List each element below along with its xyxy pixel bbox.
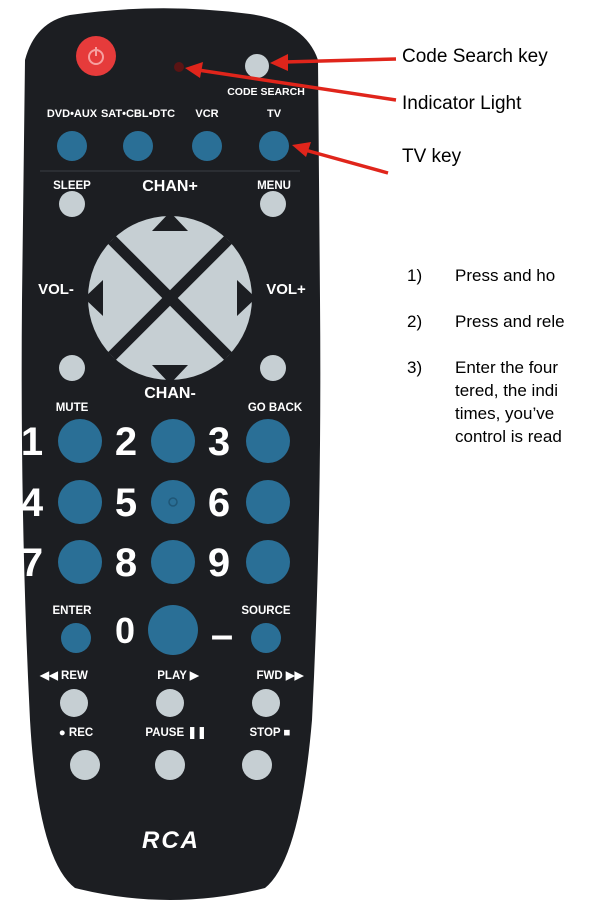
tv-label: TV (267, 108, 282, 120)
tv-key-callout: TV key (402, 146, 462, 167)
stop-button[interactable] (242, 750, 272, 780)
tv-button[interactable] (259, 131, 289, 161)
key-9-button[interactable] (246, 540, 290, 584)
menu-button[interactable] (260, 191, 286, 217)
key-0-button[interactable] (148, 605, 198, 655)
key-4-button[interactable] (58, 480, 102, 524)
source-label: SOURCE (241, 605, 291, 617)
step-3-line-2: tered, the indi (455, 381, 559, 400)
key-6-button[interactable] (246, 480, 290, 524)
rca-logo: RCA (142, 827, 200, 854)
step-2-number: 2) (407, 312, 423, 331)
key-1-button[interactable] (58, 419, 102, 463)
mute-button[interactable] (59, 355, 85, 381)
key-5-button[interactable] (151, 480, 195, 524)
vcr-label: VCR (195, 108, 218, 120)
sleep-label: SLEEP (53, 180, 91, 192)
step-1-text: Press and ho (455, 266, 556, 285)
digit-4-label: 4 (21, 481, 44, 525)
digit-9-label: 9 (208, 541, 230, 585)
pause-button[interactable] (155, 750, 185, 780)
enter-button[interactable] (61, 623, 91, 653)
stop-label: STOP ■ (249, 727, 290, 739)
digit-0-label: 0 (115, 610, 135, 651)
digit-8-label: 8 (115, 541, 137, 585)
code-search-button[interactable] (245, 54, 269, 78)
play-button[interactable] (156, 689, 184, 717)
fwd-button[interactable] (252, 689, 280, 717)
dvd-aux-button[interactable] (57, 131, 87, 161)
step-3-line-3: times, you’ve (455, 404, 555, 423)
rec-button[interactable] (70, 750, 100, 780)
step-3-number: 3) (407, 358, 423, 377)
fwd-label: FWD ▶▶ (256, 670, 304, 682)
dpad (88, 216, 252, 380)
go-back-label: GO BACK (248, 402, 303, 414)
step-3-line-4: control is read (455, 427, 562, 446)
key-8-button[interactable] (151, 540, 195, 584)
menu-label: MENU (257, 180, 291, 192)
go-back-button[interactable] (260, 355, 286, 381)
step-3-text: Enter the four (455, 358, 559, 377)
dvd-aux-label: DVD•AUX (47, 108, 98, 120)
key-7-button[interactable] (58, 540, 102, 584)
chan-minus-label: CHAN- (144, 385, 196, 402)
code-search-key-callout: Code Search key (402, 46, 548, 67)
play-label: PLAY ▶ (157, 670, 200, 682)
dash-label: – (211, 613, 233, 657)
vol-plus-label: VOL+ (266, 281, 306, 298)
chan-plus-label: CHAN+ (142, 178, 198, 195)
sat-cbl-dtc-button[interactable] (123, 131, 153, 161)
rew-button[interactable] (60, 689, 88, 717)
rec-label: ● REC (59, 727, 93, 739)
digit-2-label: 2 (115, 420, 137, 464)
step-2-text: Press and rele (455, 312, 565, 331)
digit-6-label: 6 (208, 481, 230, 525)
remote-illustration: CODE SEARCH DVD•AUX SAT•CBL•DTC VCR TV S… (21, 8, 397, 901)
vol-minus-label: VOL- (38, 281, 74, 298)
digit-1-label: 1 (21, 420, 43, 464)
vcr-button[interactable] (192, 131, 222, 161)
sleep-button[interactable] (59, 191, 85, 217)
key-3-button[interactable] (246, 419, 290, 463)
digit-7-label: 7 (21, 541, 43, 585)
mute-label: MUTE (56, 402, 89, 414)
key-2-button[interactable] (151, 419, 195, 463)
enter-label: ENTER (53, 605, 93, 617)
digit-5-label: 5 (115, 481, 137, 525)
pause-label: PAUSE ❚❚ (145, 726, 206, 740)
source-button[interactable] (251, 623, 281, 653)
sat-cbl-dtc-label: SAT•CBL•DTC (101, 108, 175, 120)
digit-3-label: 3 (208, 420, 230, 464)
indicator-light (174, 62, 184, 72)
rew-label: ◀◀ REW (39, 670, 88, 682)
code-search-label: CODE SEARCH (227, 86, 305, 98)
step-1-number: 1) (407, 266, 423, 285)
indicator-light-callout: Indicator Light (402, 93, 522, 114)
